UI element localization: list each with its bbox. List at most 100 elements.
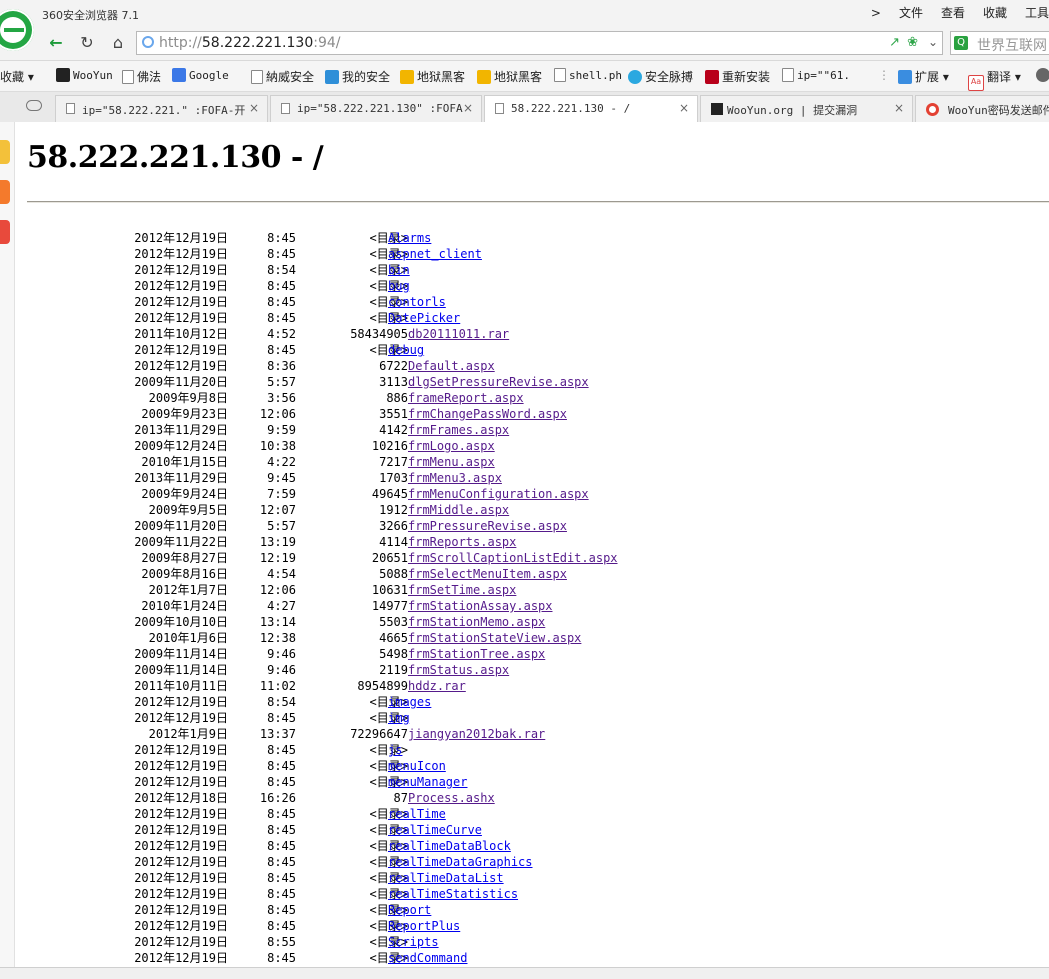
- tab-wooyun-submit[interactable]: WooYun.org | 提交漏洞 ×: [700, 95, 913, 122]
- file-link[interactable]: dlgSetPressureRevise.aspx: [408, 374, 589, 390]
- file-link[interactable]: frmLogo.aspx: [408, 438, 495, 454]
- directory-link[interactable]: menuManager: [388, 774, 467, 790]
- file-link[interactable]: frmFrames.aspx: [408, 422, 509, 438]
- url-text[interactable]: http://58.222.221.130:94/: [159, 35, 340, 51]
- search-box[interactable]: Q 世界互联网: [950, 31, 1049, 55]
- close-icon[interactable]: ×: [463, 101, 473, 115]
- file-link[interactable]: frmStationAssay.aspx: [408, 598, 553, 614]
- file-link[interactable]: frmScrollCaptionListEdit.aspx: [408, 550, 618, 566]
- directory-link[interactable]: realTimeStatistics: [388, 886, 518, 902]
- directory-link[interactable]: Report: [388, 902, 431, 918]
- close-icon[interactable]: ×: [679, 101, 689, 115]
- directory-link[interactable]: realTimeCurve: [388, 822, 482, 838]
- file-link[interactable]: frmSetTime.aspx: [408, 582, 516, 598]
- directory-link[interactable]: debug: [388, 342, 424, 358]
- share-icon[interactable]: ↗: [889, 35, 900, 50]
- directory-link[interactable]: Alarms: [388, 230, 431, 246]
- directory-link[interactable]: DatePicker: [388, 310, 460, 326]
- bookmark-favorites[interactable]: 收藏 ▾: [0, 68, 34, 85]
- tab-wooyun-mail[interactable]: WooYun密码发送邮件: [915, 95, 1049, 122]
- favorites-side-icon[interactable]: [0, 140, 10, 164]
- cloud-sync-icon[interactable]: [26, 100, 42, 111]
- directory-link[interactable]: realTimeDataBlock: [388, 838, 511, 854]
- bookmark-hell-hacker-2[interactable]: 地狱黑客: [477, 68, 542, 85]
- file-link[interactable]: frmMenuConfiguration.aspx: [408, 486, 589, 502]
- bookmark-extensions[interactable]: 扩展 ▾: [898, 68, 949, 85]
- entry-date: 2012年12月19日: [134, 807, 228, 821]
- weibo-side-icon[interactable]: [0, 180, 10, 204]
- bookmark-nawei[interactable]: 納威安全: [251, 68, 314, 85]
- entry-time: 8:45: [267, 839, 296, 853]
- tab-fofa-2[interactable]: ip="58.222.221.130" :FOFA ×: [270, 95, 482, 122]
- directory-link[interactable]: contorls: [388, 294, 446, 310]
- bookmark-wooyun[interactable]: WooYun: [56, 68, 113, 82]
- url-dropdown-icon[interactable]: ⌄: [928, 35, 938, 49]
- directory-link[interactable]: menuIcon: [388, 758, 446, 774]
- entry-size: 1703: [379, 471, 408, 485]
- directory-link[interactable]: aspnet_client: [388, 246, 482, 262]
- directory-link[interactable]: images: [388, 694, 431, 710]
- file-link[interactable]: jiangyan2012bak.rar: [408, 726, 545, 742]
- directory-link[interactable]: bin: [388, 262, 410, 278]
- tab-fofa-1[interactable]: ip="58.222.221." :FOFA-开 ×: [55, 95, 268, 122]
- file-link[interactable]: frmPressureRevise.aspx: [408, 518, 567, 534]
- menu-file[interactable]: 文件: [899, 4, 923, 21]
- file-link[interactable]: hddz.rar: [408, 678, 466, 694]
- directory-link[interactable]: realTime: [388, 806, 446, 822]
- settings-gear-icon[interactable]: [1036, 68, 1049, 82]
- bookmark-ip-search[interactable]: ip=""61.: [782, 68, 850, 82]
- listing-row: 2012年1月9日 13:37 72296647 jiangyan2012bak.ra…: [15, 726, 1049, 742]
- speed-mode-icon[interactable]: ❀: [907, 35, 918, 50]
- file-link[interactable]: frameReport.aspx: [408, 390, 524, 406]
- home-button[interactable]: ⌂: [107, 32, 129, 54]
- listing-row: 2012年12月19日 8:54 <目录> bin: [15, 262, 1049, 278]
- bookmark-hell-hacker-1[interactable]: 地狱黑客: [400, 68, 465, 85]
- more-dots-icon[interactable]: ⋮: [878, 68, 890, 82]
- directory-link[interactable]: js: [388, 742, 402, 758]
- bookmark-reinstall[interactable]: 重新安装: [705, 68, 770, 85]
- file-link[interactable]: db20111011.rar: [408, 326, 509, 342]
- menu-tools[interactable]: 工具: [1025, 4, 1049, 21]
- listing-row: 2009年12月24日 10:38 10216 frmLogo.aspx: [15, 438, 1049, 454]
- directory-link[interactable]: realTimeDataList: [388, 870, 504, 886]
- search-engine-icon[interactable]: Q: [954, 36, 968, 50]
- search-input[interactable]: 世界互联网: [977, 35, 1047, 55]
- apps-side-icon[interactable]: [0, 220, 10, 244]
- chevron-right-icon[interactable]: >: [871, 6, 881, 20]
- bookmark-security-pulse[interactable]: 安全脉搏: [628, 68, 693, 85]
- directory-link[interactable]: img: [388, 710, 410, 726]
- close-icon[interactable]: ×: [249, 101, 259, 115]
- file-link[interactable]: frmSelectMenuItem.aspx: [408, 566, 567, 582]
- directory-link[interactable]: realTimeDataGraphics: [388, 854, 533, 870]
- menu-favorites[interactable]: 收藏: [983, 4, 1007, 21]
- file-link[interactable]: frmStationStateView.aspx: [408, 630, 581, 646]
- menu-view[interactable]: 查看: [941, 4, 965, 21]
- bookmark-shell[interactable]: shell.ph: [554, 68, 622, 82]
- file-link[interactable]: Default.aspx: [408, 358, 495, 374]
- bookmark-google[interactable]: Google: [172, 68, 229, 82]
- directory-link[interactable]: ReportPlus: [388, 918, 460, 934]
- file-link[interactable]: frmChangePassWord.aspx: [408, 406, 567, 422]
- file-link[interactable]: frmStationTree.aspx: [408, 646, 545, 662]
- bookmark-my-security[interactable]: 我的安全: [325, 68, 390, 85]
- file-link[interactable]: frmMenu3.aspx: [408, 470, 502, 486]
- file-link[interactable]: frmStationMemo.aspx: [408, 614, 545, 630]
- file-link[interactable]: frmMiddle.aspx: [408, 502, 509, 518]
- refresh-button[interactable]: ↻: [76, 32, 98, 54]
- tab-active-directory-listing[interactable]: 58.222.221.130 - / ×: [484, 95, 698, 123]
- directory-link[interactable]: Scripts: [388, 934, 439, 950]
- entry-size: 8954899: [357, 679, 408, 693]
- address-bar[interactable]: http://58.222.221.130:94/ ↗ ❀ ⌄: [136, 31, 943, 55]
- directory-link[interactable]: bug: [388, 278, 410, 294]
- file-link[interactable]: Process.ashx: [408, 790, 495, 806]
- file-link[interactable]: frmReports.aspx: [408, 534, 516, 550]
- directory-link[interactable]: sendCommand: [388, 950, 467, 966]
- listing-row: 2012年12月19日 8:45 <目录> realTimeDataGraphics: [15, 854, 1049, 870]
- file-link[interactable]: frmStatus.aspx: [408, 662, 509, 678]
- file-link[interactable]: frmMenu.aspx: [408, 454, 495, 470]
- page-title: 58.222.221.130 - /: [27, 140, 324, 175]
- close-icon[interactable]: ×: [894, 101, 904, 115]
- bookmark-translate[interactable]: Aa 翻译 ▾: [968, 68, 1021, 91]
- back-button[interactable]: ←: [45, 32, 67, 54]
- bookmark-fofa[interactable]: 佛法: [122, 68, 161, 85]
